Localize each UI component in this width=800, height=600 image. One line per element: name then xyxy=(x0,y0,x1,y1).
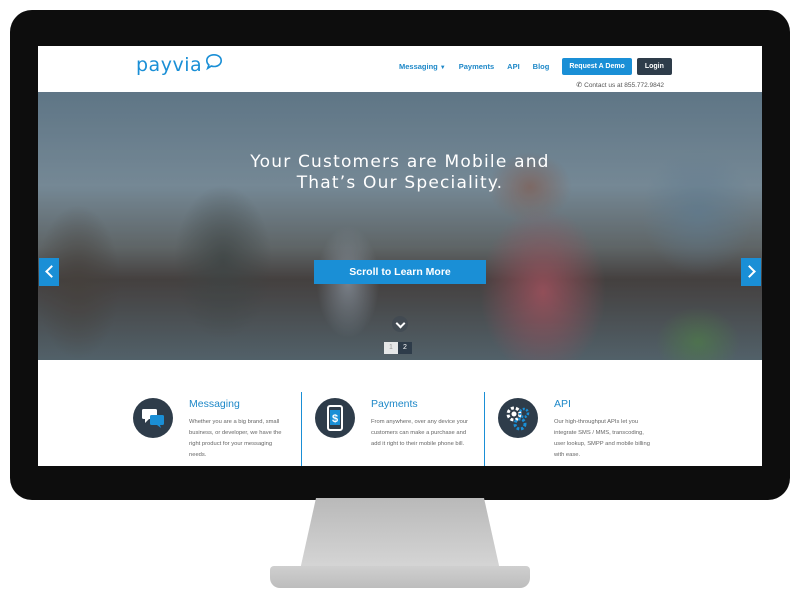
slider-page-1[interactable]: 1 xyxy=(384,342,398,354)
features-section: Messaging Whether you are a big brand, s… xyxy=(38,360,762,466)
feature-text-api: Our high-throughput APIs let you integra… xyxy=(554,419,650,458)
nav-blog[interactable]: Blog xyxy=(533,62,550,71)
login-button[interactable]: Login xyxy=(636,58,672,75)
feature-title-messaging[interactable]: Messaging xyxy=(189,398,240,410)
feature-api: API Our high-throughput APIs let you int… xyxy=(498,376,680,466)
contact-info: ✆ Contact us at 855.772.9842 xyxy=(576,81,664,89)
scroll-to-learn-more-button[interactable]: Scroll to Learn More xyxy=(314,260,486,284)
nav-api[interactable]: API xyxy=(507,62,520,71)
hero-title: Your Customers are Mobile and That’s Our… xyxy=(38,152,762,194)
main-nav: Messaging ▼ Payments API Blog Request A D… xyxy=(399,58,672,75)
feature-text-messaging: Whether you are a big brand, small busin… xyxy=(189,419,282,458)
slider-prev-button[interactable] xyxy=(39,258,59,286)
mobile-dollar-icon: $ xyxy=(315,398,355,438)
caret-down-icon: ▼ xyxy=(439,65,446,71)
slider-next-button[interactable] xyxy=(741,258,761,286)
gears-icon xyxy=(498,398,538,438)
feature-divider xyxy=(301,392,302,466)
monitor-stand xyxy=(300,498,500,570)
site-header: payvia Messaging ▼ Payments API Blog Requ… xyxy=(38,46,762,90)
chat-bubbles-icon xyxy=(133,398,173,438)
payvia-logo[interactable]: payvia xyxy=(136,53,223,76)
scroll-down-chevron-icon[interactable] xyxy=(392,316,408,332)
slider-page-2[interactable]: 2 xyxy=(398,342,412,354)
request-demo-button[interactable]: Request A Demo xyxy=(562,58,632,75)
hero-title-line-1: Your Customers are Mobile and xyxy=(250,152,550,172)
logo-text: payvia xyxy=(136,54,203,76)
nav-messaging-label: Messaging xyxy=(399,62,438,71)
nav-messaging[interactable]: Messaging ▼ xyxy=(399,62,446,71)
feature-title-api[interactable]: API xyxy=(554,398,571,410)
phone-icon: ✆ xyxy=(576,82,583,89)
speech-bubble-icon xyxy=(206,53,223,71)
hero-slider: Your Customers are Mobile and That’s Our… xyxy=(38,92,762,360)
hero-title-line-2: That’s Our Speciality. xyxy=(296,173,504,193)
feature-text-payments: From anywhere, over any device your cust… xyxy=(371,419,468,447)
slider-pager: 1 2 xyxy=(384,342,412,354)
chevron-left-icon xyxy=(45,265,58,278)
chevron-right-icon xyxy=(743,265,756,278)
monitor-base xyxy=(270,566,530,588)
website-screen: payvia Messaging ▼ Payments API Blog Requ… xyxy=(38,46,762,466)
svg-text:$: $ xyxy=(332,413,338,425)
feature-payments: $ Payments From anywhere, over any devic… xyxy=(315,376,497,466)
nav-payments[interactable]: Payments xyxy=(459,62,494,71)
feature-title-payments[interactable]: Payments xyxy=(371,398,418,410)
feature-divider xyxy=(484,392,485,466)
contact-text[interactable]: Contact us at 855.772.9842 xyxy=(584,82,664,89)
feature-messaging: Messaging Whether you are a big brand, s… xyxy=(133,376,315,466)
